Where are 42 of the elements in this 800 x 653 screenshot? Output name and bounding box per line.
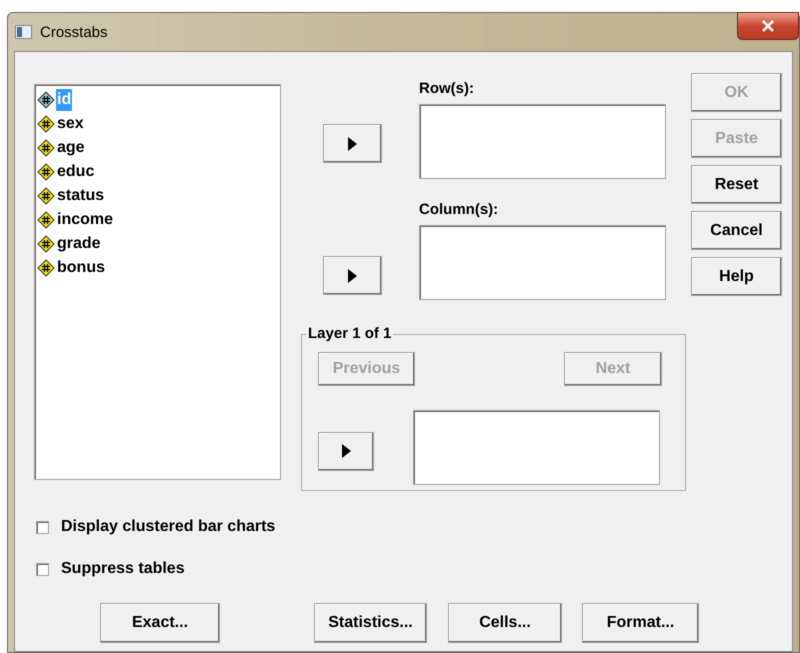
variable-item[interactable]: bonus [56, 257, 106, 279]
dialog-button[interactable]: Statistics... [314, 603, 427, 643]
numeric-variable-icon [37, 163, 55, 181]
checkbox[interactable] [36, 562, 49, 576]
dialog-button[interactable]: Format... [582, 603, 699, 643]
variable-item[interactable]: educ [56, 161, 96, 183]
numeric-variable-icon [37, 235, 55, 253]
checkbox-label: Suppress tables [61, 559, 185, 579]
dialog-button[interactable]: Reset [691, 165, 782, 204]
dialog-button[interactable]: Exact... [100, 603, 220, 643]
variable-item[interactable]: grade [56, 233, 102, 255]
target-variable-field[interactable] [419, 225, 666, 300]
window-icon [15, 25, 32, 39]
play-icon [348, 136, 357, 150]
numeric-variable-icon [37, 115, 55, 133]
target-label: Row(s): [419, 80, 475, 98]
numeric-variable-icon [37, 91, 55, 109]
variable-item[interactable]: age [56, 137, 86, 159]
target-variable-field[interactable] [419, 104, 666, 179]
layer-title: Layer 1 of 1 [307, 324, 392, 344]
checkbox[interactable] [36, 520, 49, 534]
play-icon [348, 268, 357, 282]
move-arrow-button[interactable] [318, 432, 374, 470]
numeric-variable-icon [37, 259, 55, 277]
variable-item[interactable]: sex [56, 113, 85, 135]
variable-item[interactable]: income [56, 209, 114, 231]
dialog-button[interactable]: Help [691, 257, 782, 296]
numeric-variable-icon [37, 187, 55, 205]
checkbox-label: Display clustered bar charts [61, 517, 276, 537]
move-arrow-button[interactable] [323, 124, 382, 163]
move-arrow-button[interactable] [323, 256, 382, 295]
dialog-button[interactable]: Cells... [448, 603, 562, 643]
layer-variable-field[interactable] [413, 410, 660, 484]
numeric-variable-icon [37, 139, 55, 157]
play-icon [342, 444, 350, 458]
dialog-button[interactable]: Cancel [691, 211, 782, 250]
close-button[interactable] [737, 12, 799, 40]
close-icon [761, 20, 775, 32]
numeric-variable-icon [37, 211, 55, 229]
variable-item[interactable]: status [56, 185, 106, 207]
window-title: Crosstabs [40, 25, 108, 41]
target-label: Column(s): [419, 201, 500, 219]
